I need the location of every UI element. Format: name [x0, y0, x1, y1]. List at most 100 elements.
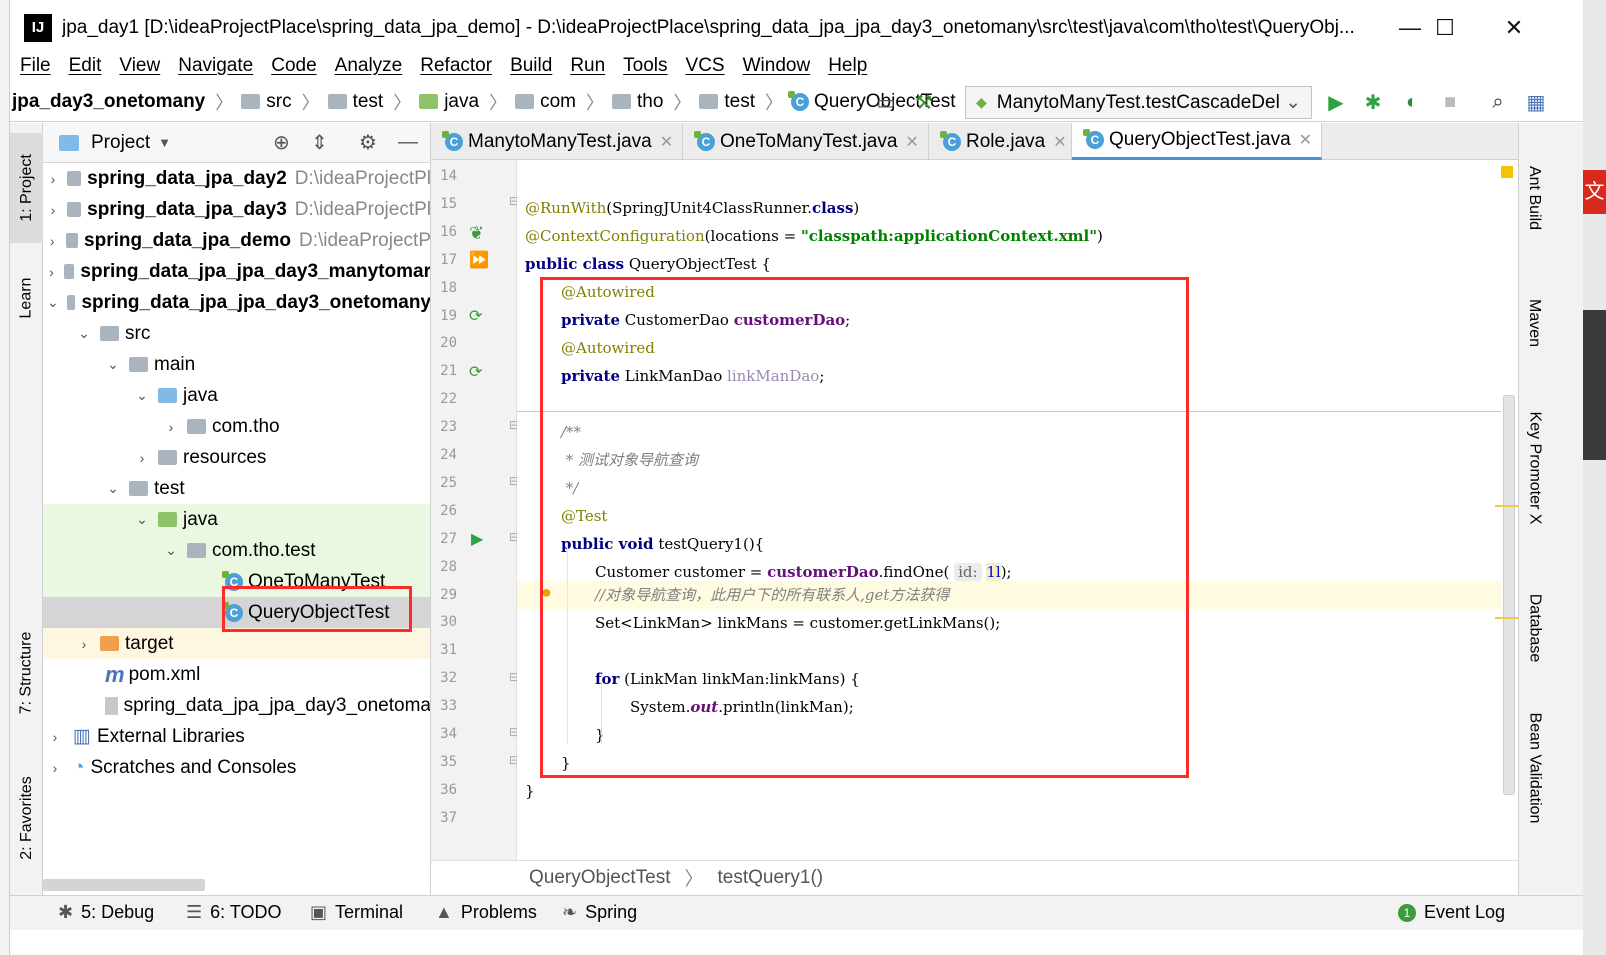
hide-panel-icon[interactable]: — [398, 131, 418, 154]
tool-tab-project[interactable]: 1: Project [10, 133, 43, 243]
tree-item-test[interactable]: ⌄ test [43, 473, 430, 504]
editor-vertical-scrollbar[interactable] [1495, 160, 1518, 860]
chevron-down-icon[interactable]: ⌄ [47, 294, 59, 311]
tab-onetomanytest[interactable]: C OneToManyTest.java ✕ [683, 123, 929, 160]
crumb-test-pkg[interactable]: test 〉 [699, 89, 783, 115]
menu-edit[interactable]: Edit [69, 55, 102, 77]
chevron-down-icon[interactable]: ⌄ [163, 542, 179, 559]
close-button[interactable]: ✕ [1479, 0, 1549, 55]
crumb-src[interactable]: src 〉 [241, 89, 320, 115]
tree-item-pom[interactable]: m pom.xml [43, 659, 430, 690]
tree-item-main[interactable]: ⌄ main [43, 349, 430, 380]
menu-window[interactable]: Window [743, 55, 811, 77]
tool-tab-learn[interactable]: Learn [10, 263, 43, 333]
tree-item-test-package[interactable]: ⌄ com.tho.test [43, 535, 430, 566]
terminal-tool-button[interactable]: ▣ Terminal [310, 902, 403, 923]
horizontal-scrollbar[interactable] [43, 879, 205, 891]
chevron-right-icon[interactable]: › [47, 729, 63, 745]
tool-tab-structure[interactable]: 7: Structure [10, 613, 43, 733]
crumb-com[interactable]: com 〉 [515, 89, 604, 115]
tab-manytomanytest[interactable]: C ManytoManyTest.java ✕ [431, 123, 683, 160]
close-icon[interactable]: ✕ [905, 132, 918, 152]
chevron-right-icon[interactable]: › [134, 450, 150, 466]
chevron-down-icon[interactable]: ⌄ [105, 356, 121, 373]
layout-icon[interactable]: ▭ [874, 90, 898, 114]
menu-file[interactable]: File [20, 55, 51, 77]
collapse-all-icon[interactable]: ⇕ [311, 130, 328, 155]
chevron-down-icon[interactable]: ⌄ [105, 480, 121, 497]
autowired-bean-icon[interactable]: ⟳ [469, 362, 482, 382]
run-class-icon[interactable]: ⏩ [469, 250, 489, 270]
tree-item-resources[interactable]: › resources [43, 442, 430, 473]
project-view-label[interactable]: Project [91, 132, 150, 154]
tab-role[interactable]: C Role.java ✕ [929, 123, 1072, 160]
chevron-right-icon[interactable]: › [76, 636, 92, 652]
tree-item-module[interactable]: › spring_data_jpa_day3 D:\ideaProjectPl [43, 194, 430, 225]
breadcrumb-class[interactable]: QueryObjectTest [529, 867, 671, 889]
tree-item-module-expanded[interactable]: ⌄ spring_data_jpa_jpa_day3_onetomany [43, 287, 430, 318]
project-structure-icon[interactable]: ▦ [1524, 90, 1548, 114]
breadcrumb-method[interactable]: testQuery1() [718, 867, 824, 889]
menu-analyze[interactable]: Analyze [335, 55, 403, 77]
chevron-right-icon[interactable]: › [47, 264, 56, 280]
spring-bean-icon[interactable]: ❦ [469, 223, 484, 244]
run-configuration-select[interactable]: ◆ ManytoManyTest.testCascadeDel ⌄ [965, 86, 1312, 119]
tool-tab-maven[interactable]: Maven [1519, 283, 1549, 363]
tree-item-scratches[interactable]: › ◔ Scratches and Consoles [43, 752, 430, 783]
tree-item-target[interactable]: › target [43, 628, 430, 659]
close-icon[interactable]: ✕ [660, 132, 673, 152]
debug-tool-button[interactable]: ✱ 5: Debug [58, 902, 154, 923]
tool-tab-key-promoter[interactable]: Key Promoter X [1519, 403, 1549, 533]
scrollbar-thumb[interactable] [1503, 395, 1515, 795]
tree-item-package[interactable]: › com.tho [43, 411, 430, 442]
tree-item-module[interactable]: › spring_data_jpa_demo D:\ideaProjectP [43, 225, 430, 256]
event-log-button[interactable]: 1 Event Log [1398, 902, 1505, 923]
run-test-icon[interactable]: ▶ [471, 529, 483, 549]
gear-icon[interactable]: ⚙ [359, 130, 377, 155]
tool-tab-database[interactable]: Database [1519, 583, 1549, 673]
tree-item-src[interactable]: ⌄ src [43, 318, 430, 349]
tool-tab-favorites[interactable]: 2: Favorites [10, 763, 43, 873]
debug-bug-icon[interactable]: ✱ [1361, 90, 1385, 114]
menu-view[interactable]: View [119, 55, 160, 77]
menu-vcs[interactable]: VCS [686, 55, 725, 77]
tree-item-main-java[interactable]: ⌄ java [43, 380, 430, 411]
stop-icon[interactable]: ■ [1438, 90, 1462, 114]
search-icon[interactable]: ⌕ [1486, 90, 1510, 114]
chevron-right-icon[interactable]: › [47, 202, 59, 218]
tree-item-module[interactable]: › spring_data_jpa_day2 D:\ideaProjectPl [43, 163, 430, 194]
crumb-module[interactable]: jpa_day3_onetomany 〉 [12, 89, 233, 115]
run-coverage-icon[interactable]: ◐ [1400, 90, 1424, 114]
chevron-right-icon[interactable]: › [163, 419, 179, 435]
tree-item-test-java[interactable]: ⌄ java [43, 504, 430, 535]
crumb-java[interactable]: java 〉 [419, 89, 507, 115]
locate-target-icon[interactable]: ⊕ [273, 130, 290, 155]
spring-tool-button[interactable]: ❧ Spring [562, 902, 637, 923]
chevron-down-icon[interactable]: ⌄ [134, 387, 150, 404]
problems-tool-button[interactable]: ▲ Problems [435, 902, 537, 923]
menu-run[interactable]: Run [570, 55, 605, 77]
menu-tools[interactable]: Tools [623, 55, 667, 77]
chevron-down-icon[interactable]: ▼ [158, 135, 171, 150]
menu-navigate[interactable]: Navigate [178, 55, 253, 77]
warning-marker-icon[interactable] [1501, 166, 1513, 178]
autowired-bean-icon[interactable]: ⟳ [469, 306, 482, 326]
tree-item-external-libraries[interactable]: › ▥ External Libraries [43, 721, 430, 752]
tree-item-module[interactable]: › spring_data_jpa_jpa_day3_manytomar [43, 256, 430, 287]
maximize-button[interactable]: ☐ [1410, 0, 1480, 55]
run-icon[interactable]: ▶ [1324, 90, 1348, 114]
menu-refactor[interactable]: Refactor [420, 55, 492, 77]
close-icon[interactable]: ✕ [1299, 130, 1312, 150]
tool-tab-ant-build[interactable]: Ant Build [1519, 143, 1549, 253]
menu-code[interactable]: Code [271, 55, 316, 77]
tool-tab-bean-validation[interactable]: Bean Validation [1519, 703, 1549, 833]
chevron-right-icon[interactable]: › [47, 760, 63, 776]
crumb-test[interactable]: test 〉 [327, 89, 411, 115]
close-icon[interactable]: ✕ [1053, 132, 1066, 152]
chevron-down-icon[interactable]: ⌄ [76, 325, 92, 342]
chevron-right-icon[interactable]: › [47, 171, 59, 187]
menu-build[interactable]: Build [510, 55, 552, 77]
menu-help[interactable]: Help [828, 55, 867, 77]
tab-queryobjecttest[interactable]: C QueryObjectTest.java ✕ [1072, 123, 1322, 160]
chevron-down-icon[interactable]: ⌄ [134, 511, 150, 528]
